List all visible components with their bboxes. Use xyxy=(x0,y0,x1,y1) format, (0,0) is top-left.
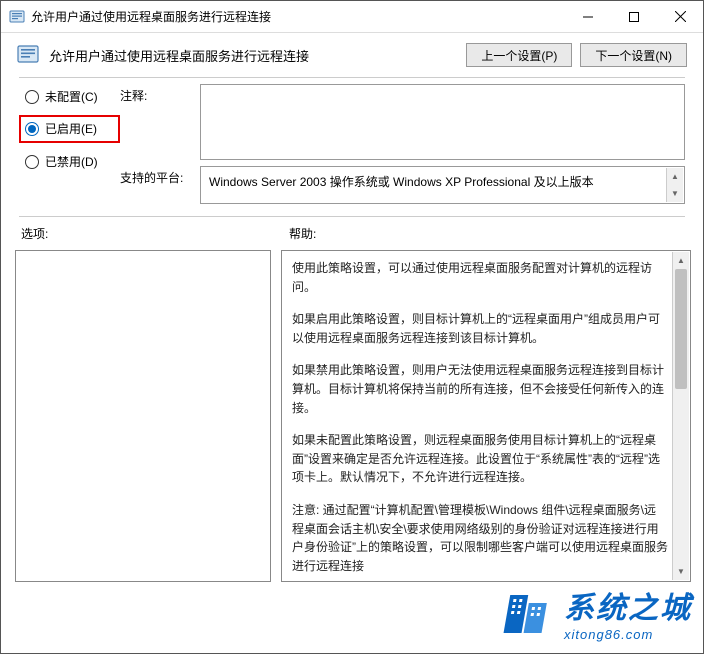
supported-platform-box: Windows Server 2003 操作系统或 Windows XP Pro… xyxy=(200,166,685,204)
radio-label: 已禁用(D) xyxy=(45,153,98,170)
help-label: 帮助: xyxy=(289,225,316,242)
radio-dot-icon xyxy=(25,90,39,104)
comment-label: 注释: xyxy=(120,84,200,104)
radio-enabled[interactable]: 已启用(E) xyxy=(25,120,112,137)
help-paragraph: 如果未配置此策略设置，则远程桌面服务使用目标计算机上的“远程桌面”设置来确定是否… xyxy=(292,431,668,487)
radio-disabled[interactable]: 已禁用(D) xyxy=(25,153,120,170)
titlebar: 允许用户通过使用远程桌面服务进行远程连接 xyxy=(1,1,703,33)
help-paragraph: 如果禁用此策略设置，则用户无法使用远程桌面服务远程连接到目标计算机。目标计算机将… xyxy=(292,361,668,417)
scroll-up-icon[interactable]: ▲ xyxy=(673,252,689,269)
brand-url: xitong86.com xyxy=(564,627,692,642)
policy-icon-large xyxy=(17,44,39,66)
scroll-up-icon[interactable]: ▲ xyxy=(667,168,683,185)
close-button[interactable] xyxy=(657,2,703,32)
help-paragraph: 如果启用此策略设置，则目标计算机上的“远程桌面用户”组成员用户可以使用远程桌面服… xyxy=(292,310,668,347)
help-paragraph: 使用此策略设置，可以通过使用远程桌面服务配置对计算机的远程访问。 xyxy=(292,259,668,296)
platform-text: Windows Server 2003 操作系统或 Windows XP Pro… xyxy=(209,175,594,189)
dialog-title: 允许用户通过使用远程桌面服务进行远程连接 xyxy=(49,46,466,65)
radio-dot-icon xyxy=(25,122,39,136)
comment-textarea[interactable] xyxy=(200,84,685,160)
titlebar-title: 允许用户通过使用远程桌面服务进行远程连接 xyxy=(31,8,565,25)
state-radio-group: 未配置(C) 已启用(E) 已禁用(D) xyxy=(25,84,120,170)
brand-name: 系统之城 xyxy=(564,592,692,625)
platform-label: 支持的平台: xyxy=(120,166,200,186)
help-text: 使用此策略设置，可以通过使用远程桌面服务配置对计算机的远程访问。 如果启用此策略… xyxy=(282,251,690,581)
dialog-window: 允许用户通过使用远程桌面服务进行远程连接 允许用户通过使用远程桌面服务进行远程连… xyxy=(0,0,704,654)
previous-setting-button[interactable]: 上一个设置(P) xyxy=(466,43,572,67)
maximize-button[interactable] xyxy=(611,2,657,32)
scroll-track[interactable] xyxy=(673,389,689,563)
scroll-down-icon[interactable]: ▼ xyxy=(667,185,683,202)
radio-label: 已启用(E) xyxy=(45,120,97,137)
scroll-down-icon[interactable]: ▼ xyxy=(673,563,689,580)
minimize-button[interactable] xyxy=(565,2,611,32)
radio-not-configured[interactable]: 未配置(C) xyxy=(25,88,120,105)
next-setting-button[interactable]: 下一个设置(N) xyxy=(580,43,687,67)
pane-headers: 选项: 帮助: xyxy=(1,217,703,250)
watermark: 系统之城 xitong86.com xyxy=(502,583,692,642)
scrollbar[interactable]: ▲ ▼ xyxy=(666,168,683,202)
prev-btn-label: 上一个设置(P) xyxy=(481,47,557,64)
scrollbar[interactable]: ▲ ▼ xyxy=(672,252,689,580)
help-pane: 使用此策略设置，可以通过使用远程桌面服务配置对计算机的远程访问。 如果启用此策略… xyxy=(281,250,691,582)
radio-dot-icon xyxy=(25,155,39,169)
next-btn-label: 下一个设置(N) xyxy=(595,47,672,64)
panes: 使用此策略设置，可以通过使用远程桌面服务配置对计算机的远程访问。 如果启用此策略… xyxy=(1,250,703,582)
policy-icon xyxy=(9,9,25,25)
help-paragraph: 注意: 通过配置“计算机配置\管理模板\Windows 组件\远程桌面服务\远程… xyxy=(292,501,668,575)
brand-logo-icon xyxy=(502,585,558,641)
scroll-thumb[interactable] xyxy=(675,269,687,389)
options-label: 选项: xyxy=(21,225,289,242)
settings-grid: 未配置(C) 已启用(E) 已禁用(D) 注释: 支持的平台: Windows … xyxy=(1,78,703,212)
radio-label: 未配置(C) xyxy=(45,88,98,105)
options-pane xyxy=(15,250,271,582)
header: 允许用户通过使用远程桌面服务进行远程连接 上一个设置(P) 下一个设置(N) xyxy=(1,33,703,77)
